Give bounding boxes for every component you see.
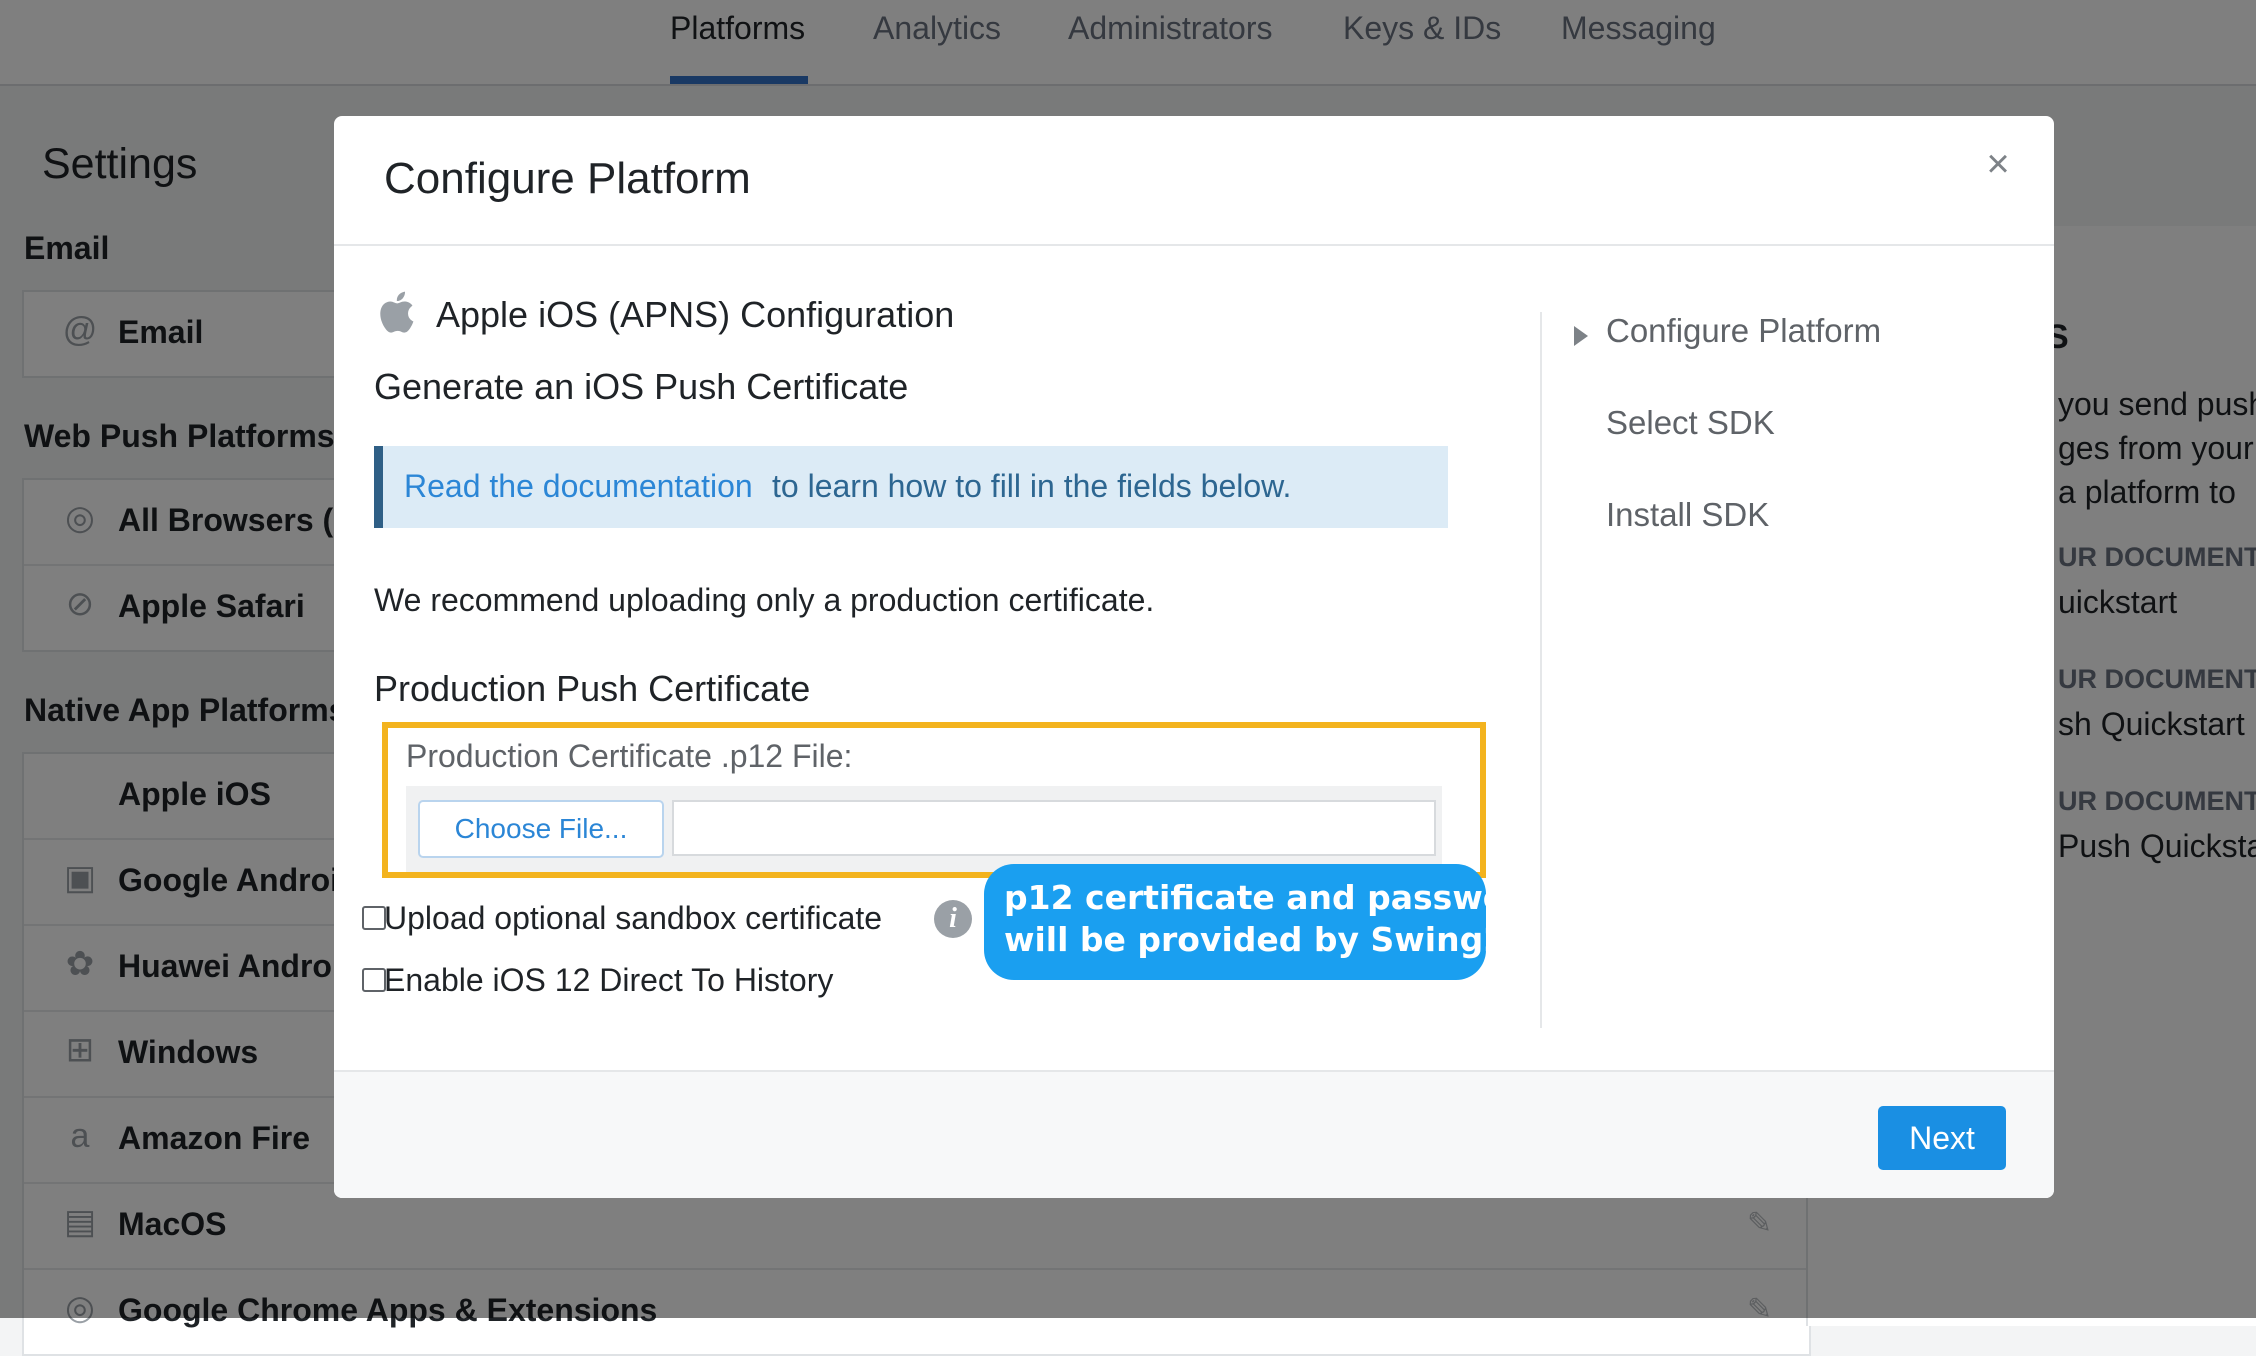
callout-line: p12 certificate and password	[1004, 878, 1546, 917]
sandbox-checkbox[interactable]	[362, 906, 386, 930]
documentation-note: Read the documentation to learn how to f…	[374, 446, 1448, 528]
apple-icon	[380, 291, 414, 333]
step-select-sdk[interactable]: Select SDK	[1606, 404, 1775, 442]
direct-to-history-checkbox[interactable]	[362, 968, 386, 992]
configure-platform-modal: Configure Platform × Apple iOS (APNS) Co…	[334, 116, 2054, 1198]
documentation-link[interactable]: Read the documentation	[404, 468, 753, 505]
close-icon[interactable]: ×	[1978, 144, 2018, 184]
config-title: Apple iOS (APNS) Configuration	[436, 294, 955, 335]
step-configure-platform[interactable]: Configure Platform	[1606, 312, 1881, 350]
highlight-box	[382, 722, 1486, 878]
generate-certificate-title: Generate an iOS Push Certificate	[374, 366, 909, 407]
production-heading: Production Push Certificate	[374, 668, 811, 709]
step-install-sdk[interactable]: Install SDK	[1606, 496, 1769, 534]
recommend-text: We recommend uploading only a production…	[374, 582, 1155, 618]
triangle-right-icon	[1574, 326, 1588, 346]
steps-divider	[1540, 312, 1542, 1028]
modal-header: Configure Platform ×	[334, 116, 2054, 246]
next-button[interactable]: Next	[1878, 1106, 2006, 1170]
modal-title: Configure Platform	[384, 154, 751, 203]
info-icon[interactable]: i	[934, 900, 972, 938]
annotation-callout: p12 certificate and password will be pro…	[984, 864, 1579, 980]
note-text: to learn how to fill in the fields below…	[772, 468, 1292, 504]
callout-line: will be provided by Swing2App	[1004, 920, 1579, 959]
sandbox-checkbox-label[interactable]: Upload optional sandbox certificate	[384, 900, 882, 937]
direct-to-history-label[interactable]: Enable iOS 12 Direct To History	[384, 962, 833, 999]
modal-footer: Next	[334, 1070, 2054, 1198]
